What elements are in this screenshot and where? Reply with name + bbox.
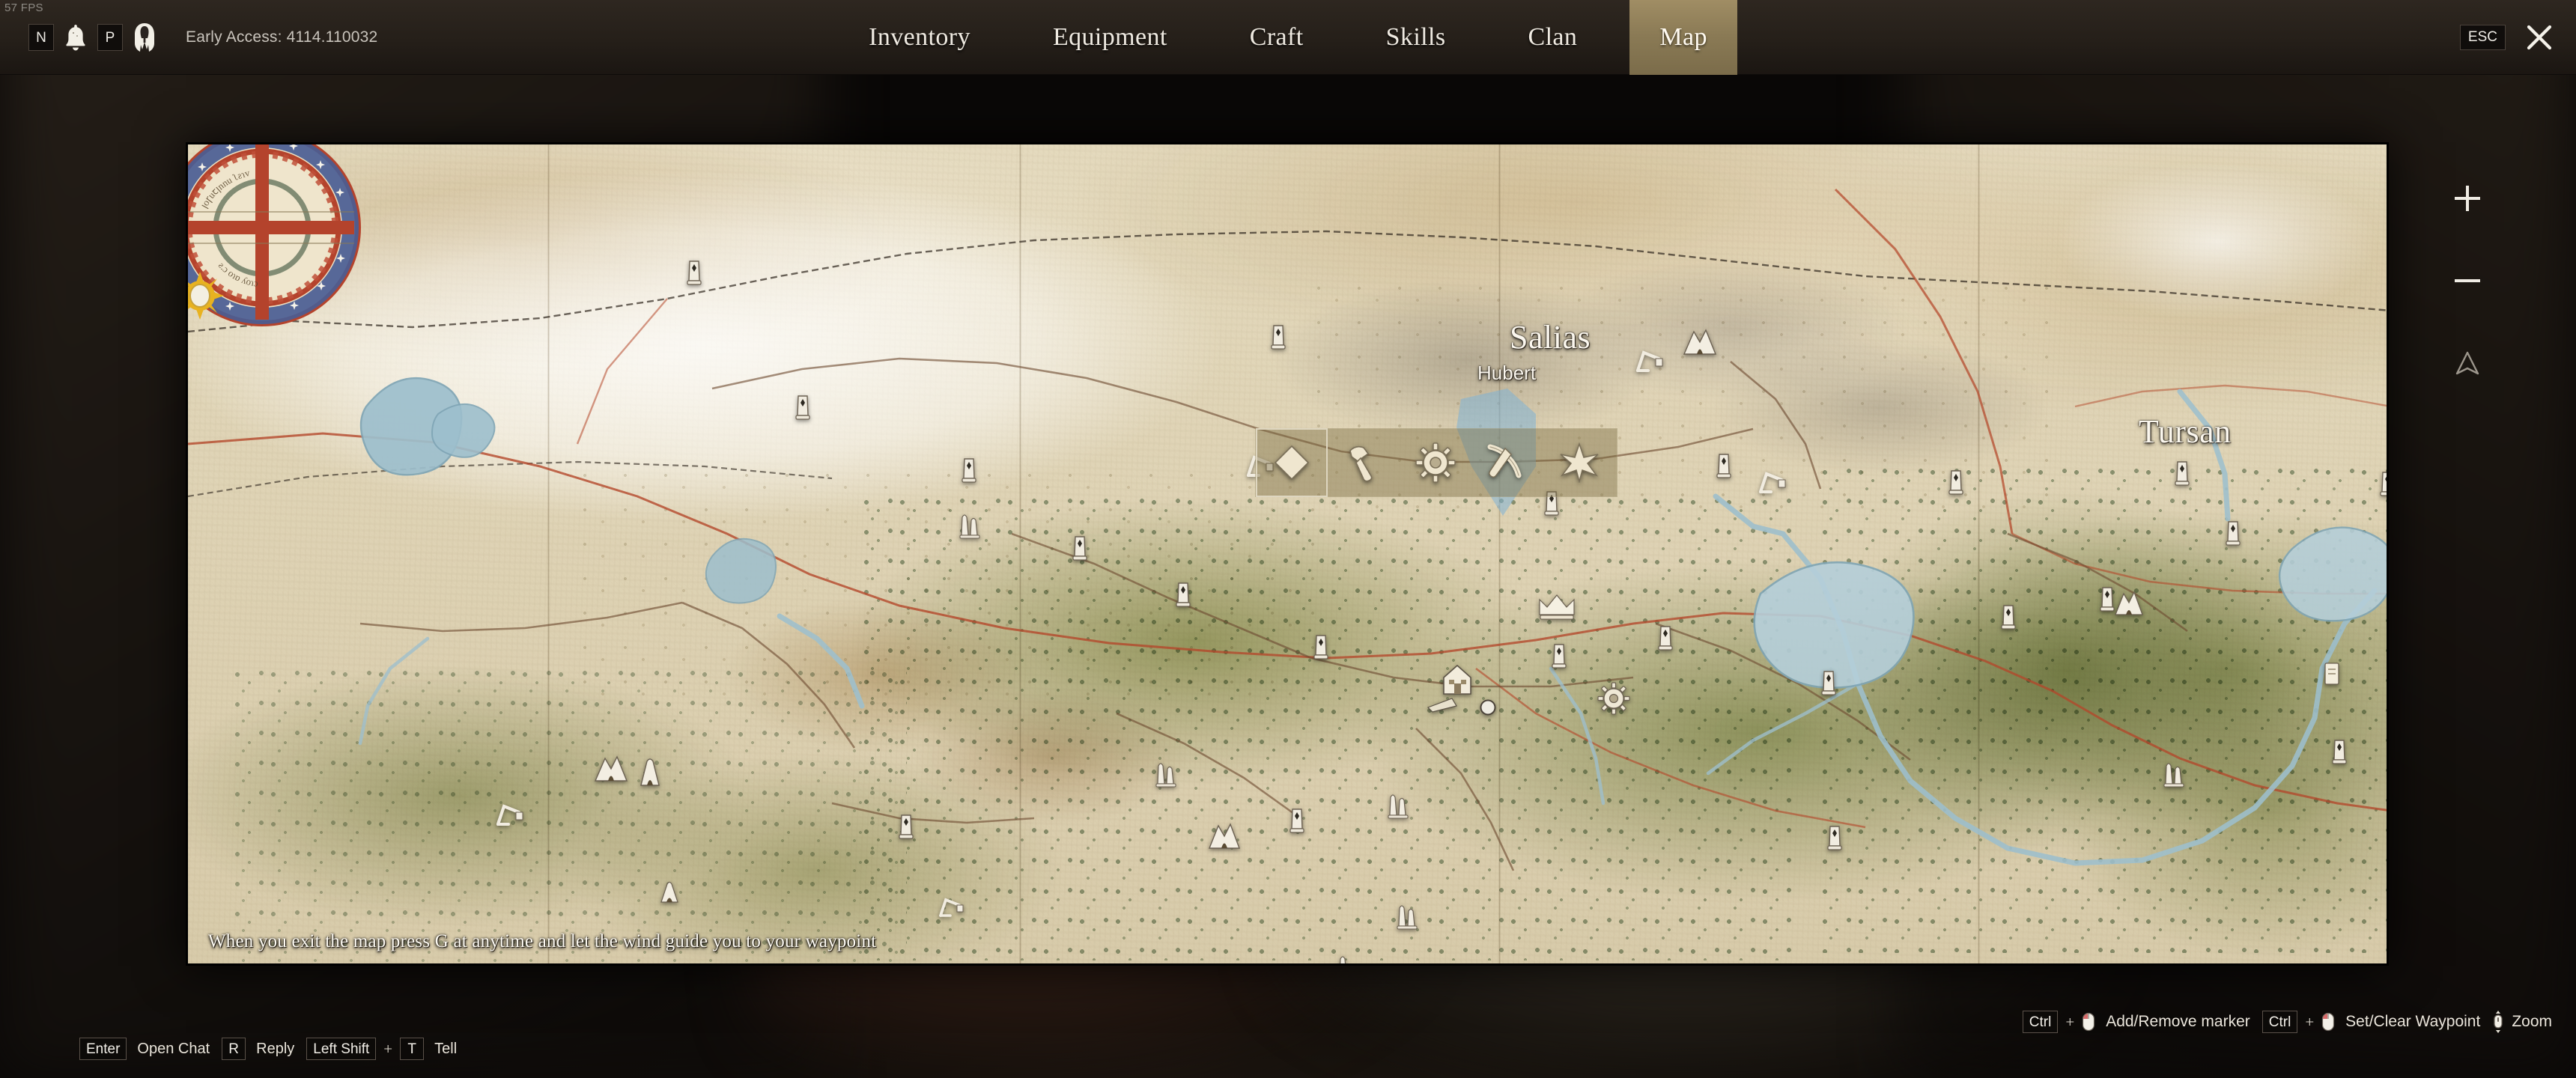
mouse-icon: [2082, 1012, 2095, 1032]
cave-entrance-icon[interactable]: [592, 751, 630, 784]
standing-stones-icon[interactable]: [1335, 951, 1352, 963]
hint-key-ctrl-waypoint: Ctrl: [2261, 1011, 2298, 1033]
cave-entrance-icon[interactable]: [637, 755, 663, 787]
hint-plus: +: [2305, 1012, 2315, 1031]
compass-rose-icon: ꞁoꞅuꞇꞁnnu ʅƨɿv ƨ.ɔ oɿɒ ʎoɿɔ: [188, 144, 371, 336]
poi-marker[interactable]: [2379, 468, 2387, 498]
cave-entrance-icon[interactable]: [1681, 324, 1719, 357]
cave-entrance-icon[interactable]: [658, 878, 681, 904]
poi-marker[interactable]: [795, 392, 811, 421]
poi-marker[interactable]: [2000, 601, 2017, 631]
poi-marker[interactable]: [1289, 805, 1305, 835]
quest-scroll-icon[interactable]: [2322, 661, 2342, 686]
standing-stones-icon[interactable]: [958, 510, 983, 540]
poi-marker[interactable]: [1820, 667, 1837, 697]
close-icon[interactable]: [2522, 20, 2557, 55]
diamond-marker-icon: [1272, 443, 1311, 482]
recenter-button[interactable]: [2441, 322, 2494, 404]
navigate-arrow-icon: [2451, 347, 2484, 380]
tab-craft[interactable]: Craft: [1220, 0, 1334, 75]
marker-option-gear[interactable]: [1400, 428, 1471, 497]
minus-icon: [2450, 264, 2485, 298]
hint-label-add-remove-marker: Add/Remove marker: [2106, 1013, 2250, 1030]
poi-marker[interactable]: [1948, 466, 1964, 496]
hint-label-zoom: Zoom: [2512, 1013, 2552, 1030]
map-linework: [188, 188, 2387, 871]
poi-marker[interactable]: [1270, 321, 1287, 351]
chat-controls-hints: Enter Open Chat R Reply Left Shift + T T…: [75, 1038, 464, 1060]
cave-entrance-icon[interactable]: [1206, 818, 1242, 851]
esc-keybind: ESC: [2459, 25, 2506, 50]
marker-picker-toolbar[interactable]: [1255, 428, 1617, 497]
zoom-in-button[interactable]: [2441, 157, 2494, 240]
crown-marker-icon[interactable]: [1536, 591, 1578, 621]
hint-label-set-clear-waypoint: Set/Clear Waypoint: [2345, 1013, 2481, 1030]
zoom-out-button[interactable]: [2441, 240, 2494, 322]
crane-icon[interactable]: [1756, 466, 1789, 496]
hint-key-left-shift: Left Shift: [306, 1038, 377, 1060]
map-screen: 57 FPS N P Early Access: 4114.110032 Inv…: [0, 0, 2576, 1078]
main-nav-tabs: Inventory Equipment Craft Skills Clan Ma…: [0, 0, 2576, 75]
poi-marker[interactable]: [2331, 736, 2348, 766]
poi-marker[interactable]: [2174, 457, 2190, 487]
poi-marker[interactable]: [898, 811, 914, 841]
map-controls-hints: Ctrl + Add/Remove marker Ctrl + Set/Clea…: [2018, 1011, 2560, 1033]
hint-plus: +: [2065, 1012, 2075, 1031]
gear-marker-icon: [1415, 442, 1456, 483]
standing-stones-icon[interactable]: [1154, 758, 1179, 788]
tab-map[interactable]: Map: [1629, 0, 1737, 75]
poi-marker[interactable]: [961, 454, 977, 484]
poi-marker[interactable]: [1826, 822, 1843, 852]
poi-marker[interactable]: [1551, 640, 1567, 670]
cave-entrance-icon[interactable]: [2112, 586, 2145, 618]
plus-icon: [2450, 181, 2485, 216]
hint-key-t: T: [400, 1038, 425, 1060]
waypoint-flag-icon: [1427, 692, 1459, 713]
poi-marker[interactable]: [2225, 517, 2241, 547]
world-map[interactable]: ꞁoꞅuꞇꞁnnu ʅƨɿv ƨ.ɔ oɿɒ ʎoɿɔ Salias Huber…: [186, 142, 2389, 966]
marker-option-star[interactable]: [1543, 428, 1615, 497]
hint-key-enter: Enter: [79, 1038, 127, 1060]
gear-marker-icon[interactable]: [1597, 682, 1630, 715]
poi-marker[interactable]: [1072, 532, 1088, 562]
hint-key-r: R: [222, 1038, 246, 1060]
tab-clan[interactable]: Clan: [1498, 0, 1608, 75]
tab-skills[interactable]: Skills: [1356, 0, 1476, 75]
mouse-icon: [2321, 1012, 2335, 1032]
tab-inventory[interactable]: Inventory: [839, 0, 1000, 75]
lake: [2278, 526, 2387, 622]
mouse-scroll-icon: [2492, 1011, 2504, 1033]
hammer-marker-icon: [1343, 442, 1385, 484]
crane-icon[interactable]: [937, 893, 967, 920]
window-controls: ESC: [2459, 0, 2557, 75]
standing-stones-icon[interactable]: [2162, 758, 2187, 788]
tab-equipment[interactable]: Equipment: [1023, 0, 1197, 75]
map-waypoint-hint: When you exit the map press G at anytime…: [208, 931, 877, 951]
marker-option-hammer[interactable]: [1328, 428, 1400, 497]
star-marker-icon: [1559, 442, 1600, 483]
poi-marker[interactable]: [686, 257, 702, 287]
poi-marker[interactable]: [1175, 579, 1191, 609]
crane-icon[interactable]: [493, 799, 526, 829]
pickaxe-marker-icon: [1486, 442, 1529, 483]
hint-key-ctrl-marker: Ctrl: [2022, 1011, 2059, 1033]
hint-label-reply: Reply: [256, 1040, 295, 1057]
poi-marker[interactable]: [1657, 622, 1674, 652]
standing-stones-icon[interactable]: [1386, 790, 1412, 820]
standing-stones-icon[interactable]: [1395, 901, 1421, 931]
player-position-marker: [1479, 698, 1497, 716]
marker-option-pickaxe[interactable]: [1471, 428, 1543, 497]
poi-marker[interactable]: [1313, 631, 1329, 661]
hint-plus: +: [383, 1039, 393, 1058]
hint-label-tell: Tell: [434, 1040, 458, 1057]
map-zoom-controls: [2441, 157, 2494, 404]
poi-marker[interactable]: [1716, 450, 1732, 480]
marker-option-diamond[interactable]: [1256, 428, 1328, 497]
crane-icon[interactable]: [1633, 345, 1666, 375]
hint-label-open-chat: Open Chat: [137, 1040, 210, 1057]
top-bar: 57 FPS N P Early Access: 4114.110032 Inv…: [0, 0, 2576, 75]
